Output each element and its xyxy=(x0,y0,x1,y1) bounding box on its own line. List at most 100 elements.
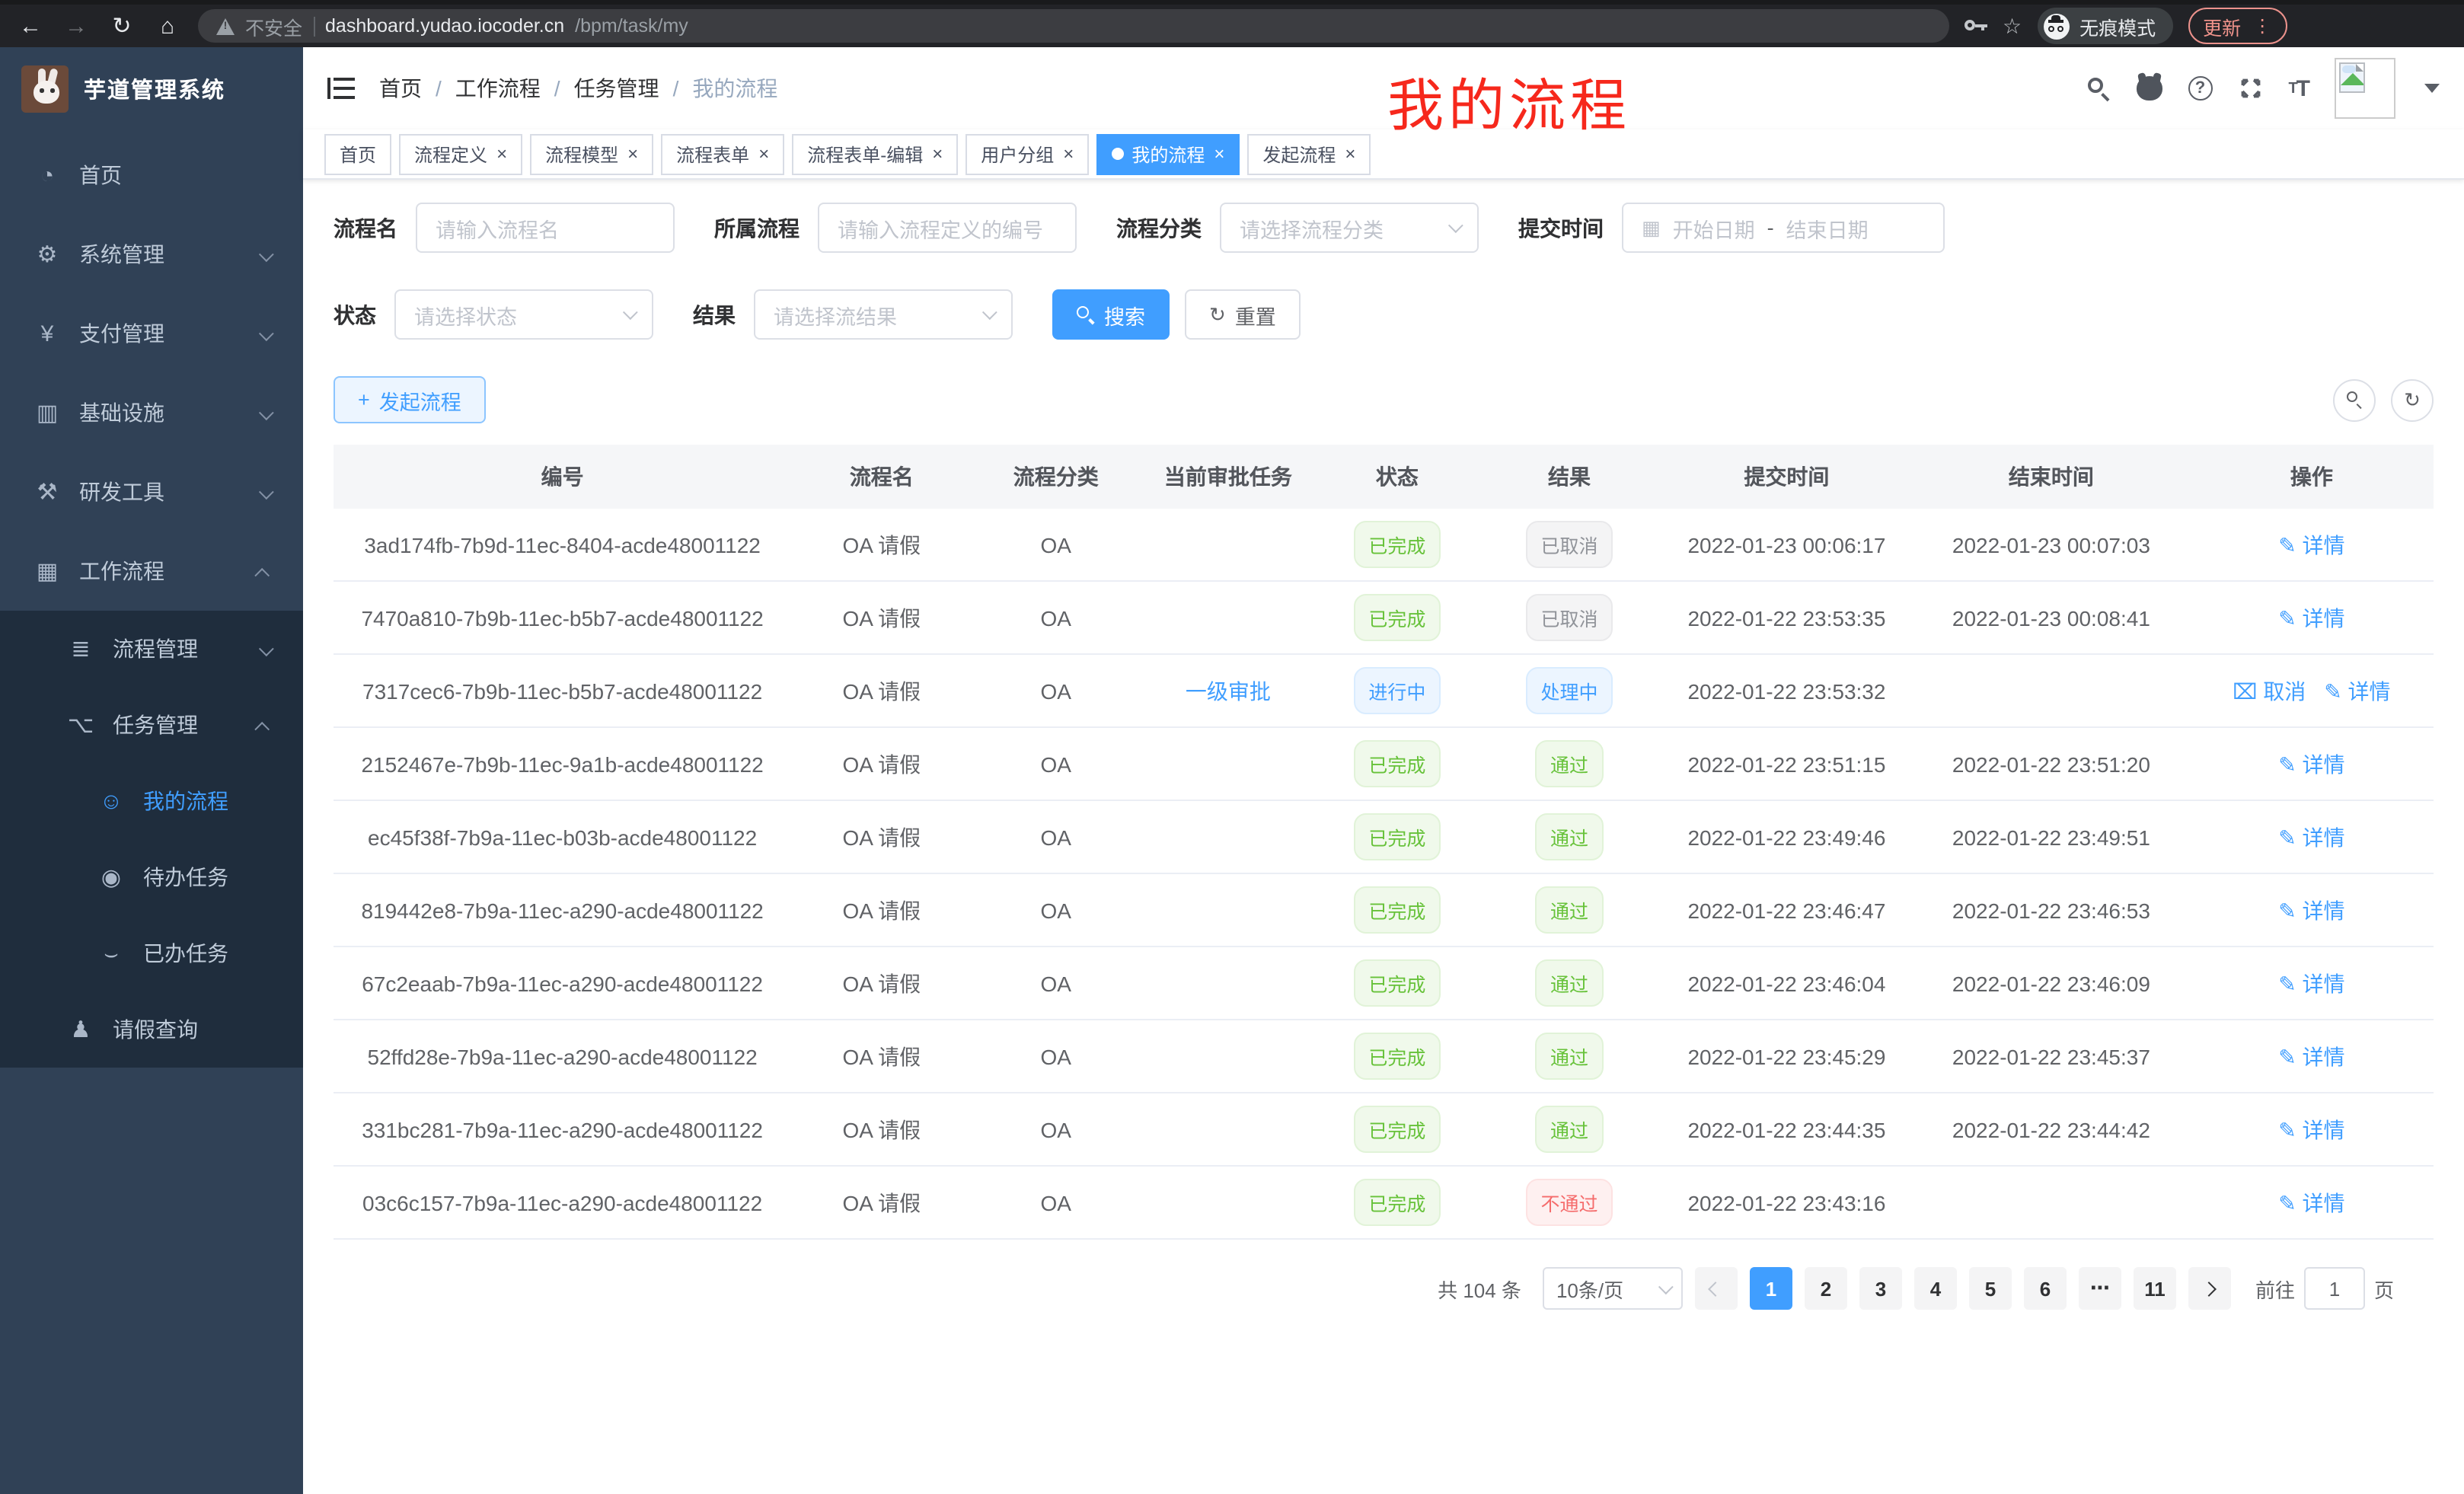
avatar-caret-icon[interactable] xyxy=(2424,84,2440,93)
cell-category: OA xyxy=(972,523,1140,566)
sidebar-item-工作流程[interactable]: ▦工作流程 xyxy=(0,532,303,611)
url-bar[interactable]: ! 不安全 dashboard.yudao.iocoder.cn/bpm/tas… xyxy=(198,9,1949,43)
sidebar-item-已办任务[interactable]: ⌣已办任务 xyxy=(0,915,303,991)
close-icon[interactable]: × xyxy=(627,143,638,164)
page-button-4[interactable]: 4 xyxy=(1914,1267,1957,1310)
detail-action-link[interactable]: ✎ 详情 xyxy=(2278,749,2344,779)
browser-update-button[interactable]: 更新 ⋮ xyxy=(2188,8,2287,44)
home-icon[interactable]: ⌂ xyxy=(152,13,183,39)
detail-action-link[interactable]: ✎ 详情 xyxy=(2278,895,2344,925)
close-icon[interactable]: × xyxy=(1345,143,1355,164)
close-icon[interactable]: × xyxy=(758,143,769,164)
detail-action-link[interactable]: ✎ 详情 xyxy=(2278,1114,2344,1144)
submit-time-label: 提交时间 xyxy=(1518,212,1604,243)
cell-actions: ✎ 详情 xyxy=(2190,593,2434,642)
sidebar-item-我的流程[interactable]: ☺我的流程 xyxy=(0,763,303,839)
cell-result: 通过 xyxy=(1478,804,1661,870)
breadcrumb-item: 我的流程 xyxy=(692,73,777,104)
search-button[interactable]: 搜索 xyxy=(1052,289,1170,340)
sidebar-item-首页[interactable]: ◔首页 xyxy=(0,136,303,215)
detail-action-link[interactable]: ✎ 详情 xyxy=(2278,822,2344,852)
detail-action-link[interactable]: ✎ 详情 xyxy=(2278,968,2344,998)
sidebar-item-基础设施[interactable]: ▥基础设施 xyxy=(0,373,303,452)
table-row: 67c2eaab-7b9a-11ec-a290-acde48001122OA 请… xyxy=(334,947,2434,1020)
status-label: 状态 xyxy=(334,299,376,330)
breadcrumb-item[interactable]: 首页 xyxy=(379,73,422,104)
tab-发起流程[interactable]: 发起流程× xyxy=(1247,133,1371,174)
sidebar-item-系统管理[interactable]: ⚙系统管理 xyxy=(0,215,303,294)
detail-action-link[interactable]: ✎ 详情 xyxy=(2324,675,2390,706)
detail-action-link[interactable]: ✎ 详情 xyxy=(2278,529,2344,560)
not-secure-warning-icon: ! xyxy=(216,18,235,34)
page-button-11[interactable]: 11 xyxy=(2134,1267,2176,1310)
result-select[interactable]: 请选择流结果 xyxy=(754,289,1013,340)
page-button-6[interactable]: 6 xyxy=(2024,1267,2067,1310)
cell-category: OA xyxy=(972,742,1140,785)
sidebar-item-待办任务[interactable]: ◉待办任务 xyxy=(0,839,303,915)
sidebar-item-研发工具[interactable]: ⚒研发工具 xyxy=(0,452,303,532)
breadcrumb-item[interactable]: 工作流程 xyxy=(455,73,541,104)
password-key-icon[interactable] xyxy=(1964,20,1987,32)
back-icon[interactable]: ← xyxy=(15,13,46,39)
tab-首页[interactable]: 首页 xyxy=(324,133,391,174)
process-definition-input[interactable]: 请输入流程定义的编号 xyxy=(818,203,1077,253)
close-icon[interactable]: × xyxy=(1214,143,1224,164)
close-icon[interactable]: × xyxy=(932,143,943,164)
current-task-link[interactable]: 一级审批 xyxy=(1186,678,1271,703)
reset-button[interactable]: ↻ 重置 xyxy=(1185,289,1301,340)
jump-page-input[interactable]: 1 xyxy=(2304,1267,2365,1310)
next-page-button[interactable] xyxy=(2188,1267,2231,1310)
close-icon[interactable]: × xyxy=(1063,143,1074,164)
sidebar-item-支付管理[interactable]: ¥支付管理 xyxy=(0,294,303,373)
tab-用户分组[interactable]: 用户分组× xyxy=(965,133,1089,174)
github-icon[interactable] xyxy=(2136,76,2162,101)
page-button-2[interactable]: 2 xyxy=(1805,1267,1847,1310)
cell-process-name: OA 请假 xyxy=(791,593,972,642)
help-icon[interactable]: ? xyxy=(2188,76,2212,101)
cell-end-time: 2022-01-22 23:45:37 xyxy=(1913,1035,2190,1077)
cell-actions: ✎ 详情 xyxy=(2190,1105,2434,1154)
cell-process-name: OA 请假 xyxy=(791,520,972,569)
tab-流程表单[interactable]: 流程表单× xyxy=(661,133,784,174)
pagination: 共 104 条10条/页123456⋯11前往1页 xyxy=(334,1267,2394,1310)
page-size-select[interactable]: 10条/页 xyxy=(1543,1267,1683,1310)
sidebar-item-流程管理[interactable]: ≣流程管理 xyxy=(0,611,303,687)
forward-icon[interactable]: → xyxy=(61,13,91,39)
cell-submit-time: 2022-01-22 23:43:16 xyxy=(1661,1181,1913,1224)
cancel-action-link[interactable]: ⌧ 取消 xyxy=(2233,675,2306,706)
create-process-button[interactable]: + 发起流程 xyxy=(334,376,486,423)
close-icon[interactable]: × xyxy=(496,143,507,164)
status-select[interactable]: 请选择状态 xyxy=(394,289,653,340)
detail-action-link[interactable]: ✎ 详情 xyxy=(2278,1187,2344,1218)
breadcrumb-item[interactable]: 任务管理 xyxy=(574,73,659,104)
font-size-icon[interactable]: TT xyxy=(2288,75,2309,101)
cell-process-name: OA 请假 xyxy=(791,812,972,861)
tab-流程模型[interactable]: 流程模型× xyxy=(530,133,653,174)
show-search-button[interactable] xyxy=(2333,378,2376,421)
prev-page-button[interactable] xyxy=(1695,1267,1738,1310)
table-row: 7317cec6-7b9b-11ec-b5b7-acde48001122OA 请… xyxy=(334,655,2434,728)
process-category-select[interactable]: 请选择流程分类 xyxy=(1220,203,1479,253)
sidebar-item-请假查询[interactable]: ♟请假查询 xyxy=(0,991,303,1068)
app-logo-row[interactable]: 芋道管理系统 xyxy=(0,47,303,131)
page-button-5[interactable]: 5 xyxy=(1969,1267,2012,1310)
process-name-input[interactable]: 请输入流程名 xyxy=(416,203,675,253)
search-icon[interactable] xyxy=(2087,77,2110,100)
page-button-3[interactable]: 3 xyxy=(1859,1267,1902,1310)
tab-流程定义[interactable]: 流程定义× xyxy=(399,133,522,174)
page-button-1[interactable]: 1 xyxy=(1750,1267,1792,1310)
tab-我的流程[interactable]: 我的流程× xyxy=(1096,133,1240,174)
fullscreen-icon[interactable] xyxy=(2238,76,2262,101)
detail-action-link[interactable]: ✎ 详情 xyxy=(2278,602,2344,633)
cell-id: 67c2eaab-7b9a-11ec-a290-acde48001122 xyxy=(334,962,791,1004)
collapse-sidebar-icon[interactable] xyxy=(327,78,355,99)
tab-流程表单-编辑[interactable]: 流程表单-编辑× xyxy=(792,133,958,174)
refresh-button[interactable]: ↻ xyxy=(2391,378,2434,421)
detail-action-link[interactable]: ✎ 详情 xyxy=(2278,1041,2344,1071)
submit-time-range-picker[interactable]: ▦ 开始日期 - 结束日期 xyxy=(1622,203,1945,253)
reload-icon[interactable]: ↻ xyxy=(107,12,137,40)
avatar[interactable] xyxy=(2335,58,2395,119)
sidebar-item-任务管理[interactable]: ⌥任务管理 xyxy=(0,687,303,763)
bookmark-star-icon[interactable]: ☆ xyxy=(2003,13,2022,39)
browser-menu-icon[interactable]: ⋮ xyxy=(2253,15,2271,37)
